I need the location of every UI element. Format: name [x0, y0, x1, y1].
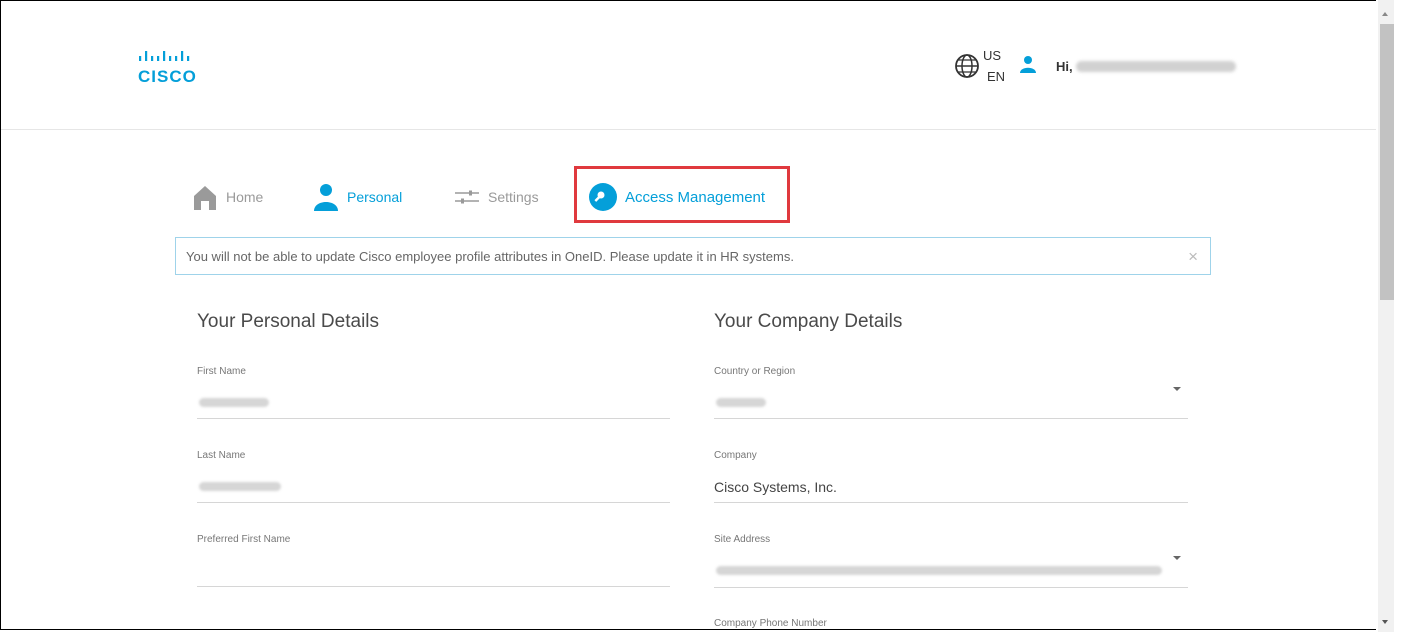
cisco-bars-icon [139, 51, 190, 61]
country-label: Country or Region [714, 366, 796, 377]
chevron-down-icon[interactable] [1173, 387, 1181, 391]
language-code[interactable]: EN [987, 69, 1005, 84]
top-header: CISCO US EN Hi, [1, 1, 1376, 130]
country-value-redacted [716, 398, 766, 407]
site-address-value-redacted [716, 566, 1162, 575]
last-name-label: Last Name [197, 450, 246, 461]
tab-settings-label: Settings [488, 189, 539, 205]
first-name-value-redacted [199, 398, 269, 407]
key-icon [589, 183, 617, 211]
globe-icon[interactable] [953, 52, 981, 80]
tab-personal[interactable]: Personal [313, 181, 402, 213]
info-banner: You will not be able to update Cisco emp… [175, 237, 1211, 275]
last-name-field[interactable] [197, 502, 670, 503]
tab-settings[interactable]: Settings [454, 181, 539, 213]
close-icon[interactable]: × [1188, 247, 1198, 267]
site-address-select[interactable] [714, 587, 1188, 588]
tab-access-management-label: Access Management [625, 188, 766, 206]
company-details-title: Your Company Details [714, 311, 903, 332]
preferred-first-name-label: Preferred First Name [197, 534, 291, 545]
company-value[interactable]: Cisco Systems, Inc. [714, 479, 837, 495]
country-select[interactable] [714, 418, 1188, 419]
scroll-down-icon[interactable] [1382, 620, 1388, 624]
tab-home[interactable]: Home [192, 181, 263, 213]
first-name-label: First Name [197, 366, 246, 377]
first-name-field[interactable] [197, 418, 670, 419]
sliders-icon [455, 190, 479, 204]
banner-message: You will not be able to update Cisco emp… [186, 248, 794, 264]
tab-personal-label: Personal [347, 189, 403, 205]
home-icon [194, 186, 216, 210]
scrollbar-thumb[interactable] [1380, 24, 1394, 300]
chevron-down-icon[interactable] [1173, 556, 1181, 560]
last-name-value-redacted [199, 482, 281, 491]
company-field[interactable] [714, 502, 1188, 503]
company-phone-label: Company Phone Number [714, 618, 827, 629]
site-address-label: Site Address [714, 534, 771, 545]
personal-details-title: Your Personal Details [197, 311, 380, 332]
language-country[interactable]: US [983, 48, 1001, 63]
cisco-logo[interactable]: CISCO [138, 47, 218, 91]
user-icon[interactable] [1019, 55, 1037, 73]
app-window: CISCO US EN Hi, Home Personal Settings A… [0, 0, 1376, 630]
user-name-redacted [1076, 61, 1236, 72]
tab-home-label: Home [226, 189, 264, 205]
scroll-up-icon[interactable] [1382, 12, 1388, 16]
person-icon [314, 184, 338, 211]
user-greeting[interactable]: Hi, [1056, 59, 1073, 74]
logo-wordmark: CISCO [138, 67, 197, 86]
tab-access-management[interactable]: Access Management [589, 181, 765, 213]
preferred-first-name-field[interactable] [197, 586, 670, 587]
company-label: Company [714, 450, 757, 461]
